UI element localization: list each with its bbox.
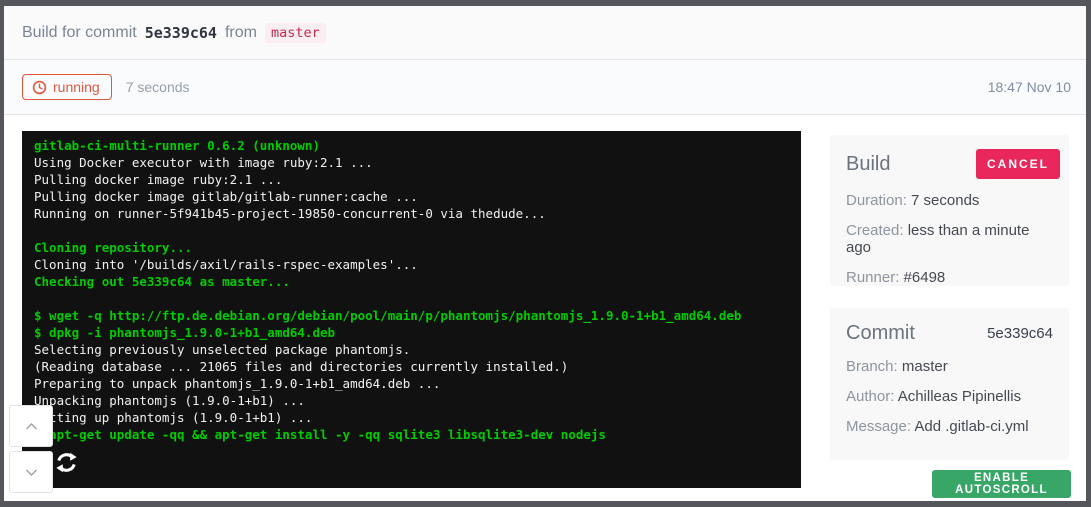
panel-row: Author: Achilleas Pipinellis: [846, 388, 1053, 405]
status-label: running: [53, 79, 100, 95]
terminal-line: Cloning repository...: [34, 239, 789, 256]
build-title-prefix: Build for commit: [22, 24, 137, 42]
commit-panel-sha: 5e339c64: [987, 325, 1053, 342]
panel-row: Created: less than a minute ago: [846, 222, 1053, 256]
panel-row: Branch: master: [846, 358, 1053, 375]
terminal-line: Unpacking phantomjs (1.9.0-1+b1) ...: [34, 392, 789, 409]
commit-sha: 5e339c64: [145, 24, 217, 42]
row-label: Duration:: [846, 192, 911, 209]
build-panel-title: Build: [846, 153, 890, 176]
chevron-down-icon: [25, 468, 38, 477]
terminal-line: gitlab-ci-multi-runner 0.6.2 (unknown): [34, 137, 789, 154]
branch-badge: master: [265, 23, 326, 43]
from-label: from: [225, 24, 257, 42]
duration-text: 7 seconds: [126, 79, 190, 95]
build-timestamp: 18:47 Nov 10: [988, 79, 1071, 95]
terminal-line: (Reading database ... 21065 files and di…: [34, 358, 789, 375]
row-value: master: [902, 358, 948, 375]
chevron-up-icon: [25, 422, 38, 431]
terminal-line: Pulling docker image ruby:2.1 ...: [34, 171, 789, 188]
row-label: Author:: [846, 388, 898, 405]
status-badge: running: [22, 74, 112, 100]
row-label: Runner:: [846, 269, 904, 286]
status-bar: running 7 seconds 18:47 Nov 10: [4, 60, 1086, 115]
build-panel-rows: Duration: 7 seconds Created: less than a …: [846, 192, 1053, 286]
commit-panel-title: Commit: [846, 322, 915, 345]
row-label: Branch:: [846, 358, 902, 375]
cancel-button[interactable]: CANCEL: [976, 149, 1060, 179]
build-page: Build for commit 5e339c64 from master ru…: [4, 6, 1086, 501]
window: Build for commit 5e339c64 from master ru…: [0, 0, 1091, 507]
scroll-up-button[interactable]: [9, 405, 53, 447]
terminal-line: Using Docker executor with image ruby:2.…: [34, 154, 789, 171]
spinner-icon: [55, 451, 78, 474]
panel-row: Message: Add .gitlab-ci.yml: [846, 418, 1053, 435]
terminal-line: Pulling docker image gitlab/gitlab-runne…: [34, 188, 789, 205]
terminal-line: Cloning into '/builds/axil/rails-rspec-e…: [34, 256, 789, 273]
terminal-line: [34, 222, 789, 239]
terminal-output: gitlab-ci-multi-runner 0.6.2 (unknown)Us…: [34, 137, 789, 443]
row-label: Message:: [846, 418, 914, 435]
build-header: Build for commit 5e339c64 from master: [4, 6, 1086, 60]
terminal-line: [34, 290, 789, 307]
row-value: Achilleas Pipinellis: [898, 388, 1021, 405]
scroll-down-button[interactable]: [9, 451, 53, 493]
enable-autoscroll-button[interactable]: ENABLE AUTOSCROLL: [932, 470, 1071, 498]
terminal-line: Preparing to unpack phantomjs_1.9.0-1+b1…: [34, 375, 789, 392]
terminal-line: Setting up phantomjs (1.9.0-1+b1) ...: [34, 409, 789, 426]
clock-icon: [32, 80, 47, 95]
terminal-line: Selecting previously unselected package …: [34, 341, 789, 358]
commit-panel-rows: Branch: masterAuthor: Achilleas Pipinell…: [846, 358, 1053, 435]
log-terminal: gitlab-ci-multi-runner 0.6.2 (unknown)Us…: [22, 131, 801, 488]
row-value: 7 seconds: [911, 192, 979, 209]
terminal-line: Checking out 5e339c64 as master...: [34, 273, 789, 290]
content-area: gitlab-ci-multi-runner 0.6.2 (unknown)Us…: [4, 116, 1086, 501]
terminal-line: $ dpkg -i phantomjs_1.9.0-1+b1_amd64.deb: [34, 324, 789, 341]
terminal-line: $ wget -q http://ftp.de.debian.org/debia…: [34, 307, 789, 324]
commit-panel: Commit 5e339c64 Branch: masterAuthor: Ac…: [830, 308, 1069, 460]
terminal-line: Running on runner-5f941b45-project-19850…: [34, 205, 789, 222]
panel-row: Runner: #6498: [846, 269, 1053, 286]
row-label: Created:: [846, 222, 908, 239]
row-value: #6498: [904, 269, 946, 286]
row-value: Add .gitlab-ci.yml: [914, 418, 1028, 435]
terminal-line: $ apt-get update -qq && apt-get install …: [34, 426, 789, 443]
panel-row: Duration: 7 seconds: [846, 192, 1053, 209]
build-panel: Build CANCEL Duration: 7 secondsCreated:…: [830, 135, 1069, 286]
